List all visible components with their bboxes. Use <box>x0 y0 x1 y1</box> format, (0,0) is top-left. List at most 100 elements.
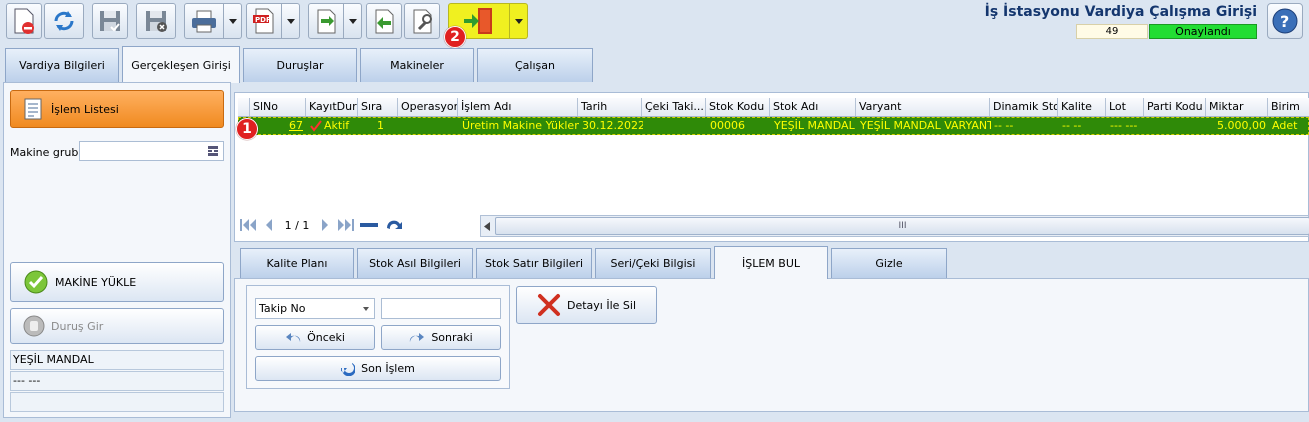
cell-islem-adi: Üretim Makine Yükleme <box>462 119 579 132</box>
grid-picker-icon[interactable] <box>207 145 219 157</box>
tab-kalite-plani[interactable]: Kalite Planı <box>240 248 354 278</box>
sonraki-button[interactable]: Sonraki <box>381 325 501 350</box>
page-indicator: 1 / 1 <box>284 218 310 232</box>
col-sira[interactable]: Sıra <box>358 98 398 116</box>
tab-gizle[interactable]: Gizle <box>831 248 947 278</box>
save-close-button[interactable] <box>136 3 176 39</box>
pdf-icon: PDF <box>253 8 274 34</box>
makine-grubu-input[interactable] <box>79 141 224 161</box>
cell-slno[interactable]: 67 <box>251 118 307 134</box>
back-icon <box>375 9 394 34</box>
tab-makineler[interactable]: Makineler <box>360 48 474 82</box>
col-dinamik-stok[interactable]: Dinamik Stok <box>990 98 1058 116</box>
tab-stok-satir-bilgileri[interactable]: Stok Satır Bilgileri <box>476 248 592 278</box>
back-button[interactable] <box>366 3 402 39</box>
last-page-icon[interactable] <box>336 219 354 231</box>
stop-hand-icon <box>23 315 45 337</box>
col-kalite[interactable]: Kalite <box>1058 98 1106 116</box>
durus-gir-button[interactable]: Duruş Gir <box>10 308 224 344</box>
col-islem-adi[interactable]: İşlem Adı <box>458 98 578 116</box>
annotation-badge-1: 1 <box>236 118 258 140</box>
islem-listesi-button[interactable]: İşlem Listesi <box>10 90 224 128</box>
cell-stok-kodu: 00006 <box>710 119 745 132</box>
cell-sira: 1 <box>377 119 384 132</box>
tab-seri-ceki-bilgisi[interactable]: Seri/Çeki Bilgisi <box>595 248 711 278</box>
horizontal-scrollbar[interactable]: III <box>480 215 1309 237</box>
cell-varyant: YEŞİL MANDAL VARYANTI <box>860 119 991 132</box>
col-varyant[interactable]: Varyant <box>856 98 990 116</box>
page-title: İş İstasyonu Vardiya Çalışma Girişi <box>984 4 1257 20</box>
chevron-down-icon <box>514 18 523 24</box>
col-stok-adi[interactable]: Stok Adı <box>770 98 856 116</box>
cell-miktar: 5.000,00 <box>1217 119 1266 132</box>
col-slno[interactable]: SlNo <box>250 98 306 116</box>
delete-x-icon <box>537 294 560 316</box>
export-dropdown[interactable] <box>344 3 362 39</box>
undo-icon[interactable] <box>384 218 404 232</box>
cell-kalite: -- -- <box>1062 119 1082 132</box>
first-page-icon[interactable] <box>240 219 258 231</box>
tab-vardiya-bilgileri[interactable]: Vardiya Bilgileri <box>5 48 119 82</box>
tools-button[interactable] <box>404 3 440 39</box>
col-operasyon[interactable]: Operasyon <box>398 98 458 116</box>
exit-dropdown[interactable] <box>510 3 528 39</box>
annotation-badge-2: 2 <box>444 26 466 48</box>
help-icon: ? <box>1272 8 1298 34</box>
refresh-icon <box>54 11 74 31</box>
svg-text:PDF: PDF <box>255 16 271 24</box>
col-tarih[interactable]: Tarih <box>578 98 642 116</box>
cell-lot: --- --- <box>1110 119 1138 132</box>
tab-stok-asil-bilgileri[interactable]: Stok Asıl Bilgileri <box>357 248 473 278</box>
delete-row-icon[interactable] <box>360 219 378 231</box>
onceki-button[interactable]: Önceki <box>255 325 375 350</box>
tab-islem-bul[interactable]: İŞLEM BUL <box>714 246 828 279</box>
cell-kayit: Aktif <box>307 118 359 134</box>
chevron-down-icon <box>363 307 369 311</box>
info-stok-adi: YEŞİL MANDAL <box>10 350 224 370</box>
save-icon <box>100 11 120 32</box>
info-empty <box>10 392 224 412</box>
check-circle-icon <box>24 270 48 294</box>
print-dropdown[interactable] <box>224 3 242 39</box>
col-birim[interactable]: Birim <box>1268 98 1309 116</box>
help-button[interactable]: ? <box>1267 3 1303 39</box>
grid-header: SlNo KayıtDuru... Sıra Operasyon İşlem A… <box>238 98 1309 117</box>
col-ceki[interactable]: Çeki Taki... <box>642 98 706 116</box>
scroll-left-icon[interactable] <box>484 222 490 231</box>
scroll-thumb[interactable]: III <box>495 217 1309 235</box>
makine-grubu-label: Makine grubu <box>10 146 86 159</box>
refresh-button[interactable] <box>44 3 84 39</box>
detay-ile-sil-button[interactable]: Detayı İle Sil <box>516 286 657 324</box>
tab-duruslar[interactable]: Duruşlar <box>243 48 357 82</box>
col-kayit[interactable]: KayıtDuru... <box>306 98 358 116</box>
makine-yukle-button[interactable]: MAKİNE YÜKLE <box>10 262 224 302</box>
new-delete-button[interactable] <box>6 3 42 39</box>
check-icon <box>310 120 322 132</box>
col-lot[interactable]: Lot <box>1106 98 1144 116</box>
return-icon <box>341 362 356 376</box>
cell-operasyon <box>399 118 459 134</box>
tab-gerceklesen-girisi[interactable]: Gerçekleşen Girişi <box>122 46 240 83</box>
next-page-icon[interactable] <box>320 219 330 231</box>
tab-calisan[interactable]: Çalışan <box>477 48 593 82</box>
cell-birim: Adet <box>1272 119 1298 132</box>
print-button[interactable] <box>184 3 224 39</box>
table-row[interactable]: 67 Aktif 1 Üretim Makine Yükleme 30.12.2… <box>238 117 1309 135</box>
export-button[interactable] <box>308 3 344 39</box>
prev-page-icon[interactable] <box>264 219 274 231</box>
takip-select[interactable]: Takip No <box>255 298 375 319</box>
col-parti-kodu[interactable]: Parti Kodu <box>1144 98 1206 116</box>
search-input[interactable] <box>381 298 501 319</box>
pdf-dropdown[interactable] <box>282 3 300 39</box>
svg-text:?: ? <box>1280 12 1289 31</box>
status-badge: Onaylandı <box>1149 24 1257 39</box>
pager: 1 / 1 <box>240 218 404 232</box>
new-delete-icon <box>14 8 34 34</box>
son-islem-button[interactable]: Son İşlem <box>255 356 501 381</box>
col-stok-kodu[interactable]: Stok Kodu <box>706 98 770 116</box>
pdf-button[interactable]: PDF <box>246 3 282 39</box>
arrow-back-icon <box>286 332 301 342</box>
col-miktar[interactable]: Miktar <box>1206 98 1268 116</box>
chevron-down-icon <box>348 18 357 24</box>
save-button[interactable] <box>92 3 128 39</box>
